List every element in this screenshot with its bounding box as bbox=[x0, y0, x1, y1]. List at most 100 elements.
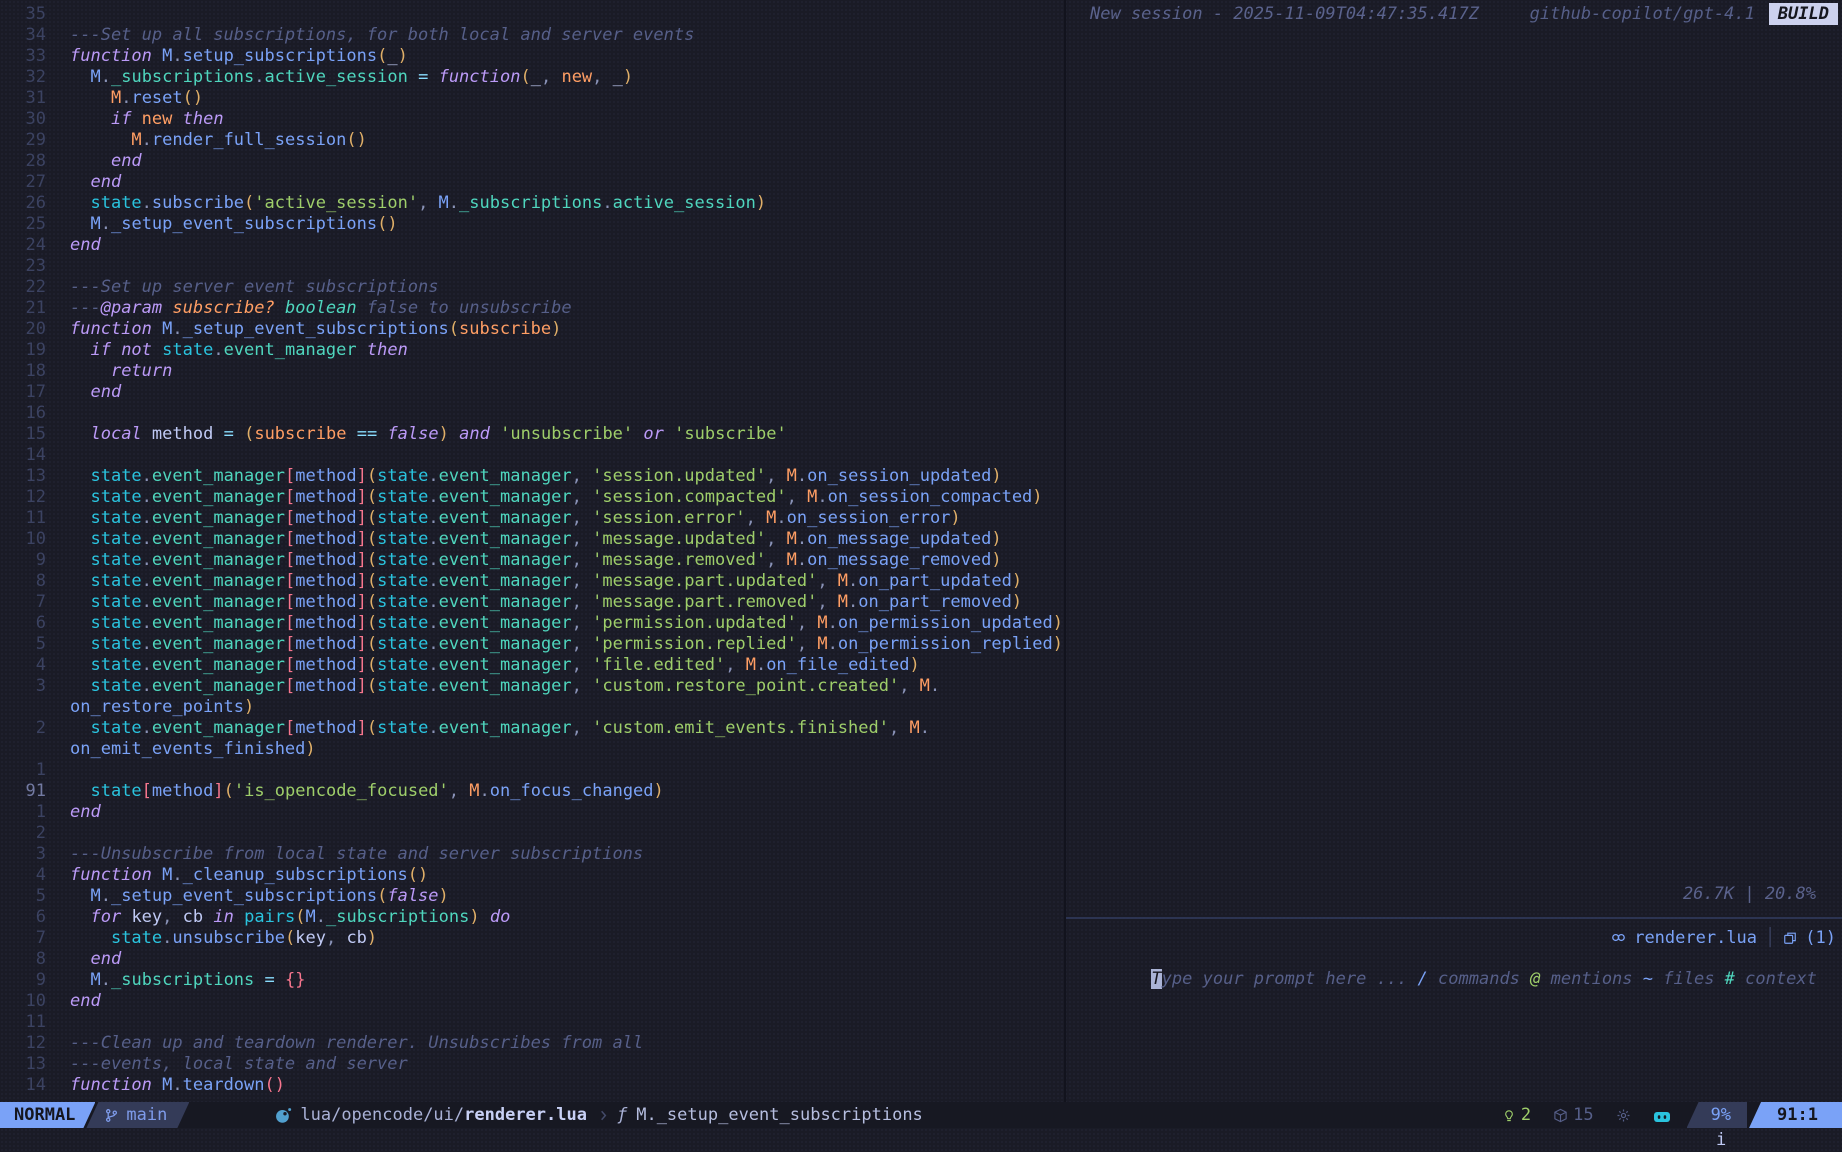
code-line[interactable]: 18 return bbox=[0, 361, 1064, 382]
code-text: on_restore_points) bbox=[70, 697, 254, 718]
hint-count: 2 bbox=[1521, 1102, 1531, 1128]
code-line[interactable]: 12---Clean up and teardown renderer. Uns… bbox=[0, 1033, 1064, 1054]
diagnostics-hint[interactable]: 2 bbox=[1502, 1102, 1531, 1128]
code-line[interactable]: 16 bbox=[0, 403, 1064, 424]
code-text: state.event_manager[method](state.event_… bbox=[70, 487, 1043, 508]
code-line[interactable]: 19 if not state.event_manager then bbox=[0, 340, 1064, 361]
copilot-robot-icon[interactable] bbox=[1653, 1108, 1671, 1123]
code-line[interactable]: 5 state.event_manager[method](state.even… bbox=[0, 634, 1064, 655]
code-line[interactable]: 91 state[method]('is_opencode_focused', … bbox=[0, 781, 1064, 802]
line-number: 10 bbox=[0, 529, 46, 550]
code-line[interactable]: 4function M._cleanup_subscriptions() bbox=[0, 865, 1064, 886]
session-title: New session - 2025-11-09T04:47:35.417Z bbox=[1090, 4, 1479, 24]
code-text: ---@param subscribe? boolean false to un… bbox=[70, 298, 572, 319]
code-line[interactable]: 22---Set up server event subscriptions bbox=[0, 277, 1064, 298]
file-breadcrumb[interactable]: lua/opencode/ui/renderer.lua bbox=[275, 1102, 587, 1128]
code-line[interactable]: 9 M._subscriptions = {} bbox=[0, 970, 1064, 991]
line-number: 27 bbox=[0, 172, 46, 193]
code-line[interactable]: 14function M.teardown() bbox=[0, 1075, 1064, 1096]
code-line[interactable]: 11 bbox=[0, 1012, 1064, 1033]
gear-icon[interactable] bbox=[1616, 1108, 1631, 1123]
editor-pane[interactable]: 3534---Set up all subscriptions, for bot… bbox=[0, 4, 1064, 1096]
code-line[interactable]: 10 state.event_manager[method](state.eve… bbox=[0, 529, 1064, 550]
code-text: state.event_manager[method](state.event_… bbox=[70, 718, 930, 739]
code-text: state.event_manager[method](state.event_… bbox=[70, 466, 1002, 487]
code-line[interactable]: 11 state.event_manager[method](state.eve… bbox=[0, 508, 1064, 529]
code-line[interactable]: 6 state.event_manager[method](state.even… bbox=[0, 613, 1064, 634]
code-line[interactable]: 2 state.event_manager[method](state.even… bbox=[0, 718, 1064, 739]
line-number: 7 bbox=[0, 928, 46, 949]
line-number: 7 bbox=[0, 592, 46, 613]
code-line[interactable]: 25 M._setup_event_subscriptions() bbox=[0, 214, 1064, 235]
code-line[interactable]: 33function M.setup_subscriptions(_) bbox=[0, 46, 1064, 67]
prompt-placeholder: ype your prompt here ... bbox=[1162, 969, 1408, 989]
line-number: 29 bbox=[0, 130, 46, 151]
code-text: state.event_manager[method](state.event_… bbox=[70, 634, 1063, 655]
code-line[interactable]: on_emit_events_finished) bbox=[0, 739, 1064, 760]
code-line[interactable]: 15 local method = (subscribe == false) a… bbox=[0, 424, 1064, 445]
code-line[interactable]: 3---Unsubscribe from local state and ser… bbox=[0, 844, 1064, 865]
code-line[interactable]: 13---events, local state and server bbox=[0, 1054, 1064, 1075]
code-text: return bbox=[70, 361, 172, 382]
code-line[interactable]: 23 bbox=[0, 256, 1064, 277]
code-line[interactable]: 10end bbox=[0, 991, 1064, 1012]
prompt-input[interactable]: Type your prompt here ... / commands @ m… bbox=[1090, 949, 1817, 970]
code-line[interactable]: 3 state.event_manager[method](state.even… bbox=[0, 676, 1064, 697]
code-line[interactable]: 8 state.event_manager[method](state.even… bbox=[0, 571, 1064, 592]
line-number: 12 bbox=[0, 487, 46, 508]
plugin-status[interactable]: 15 bbox=[1553, 1102, 1593, 1128]
code-line[interactable]: 14 bbox=[0, 445, 1064, 466]
branch-name: main bbox=[126, 1102, 167, 1128]
code-line[interactable]: 6 for key, cb in pairs(M._subscriptions)… bbox=[0, 907, 1064, 928]
code-line[interactable]: 5 M._setup_event_subscriptions(false) bbox=[0, 886, 1064, 907]
line-number: 11 bbox=[0, 508, 46, 529]
line-number: 28 bbox=[0, 151, 46, 172]
input-window-separator[interactable] bbox=[1066, 917, 1842, 919]
line-number bbox=[0, 739, 46, 760]
symbol-breadcrumb[interactable]: ƒ M._setup_event_subscriptions bbox=[599, 1102, 923, 1128]
code-text: end bbox=[70, 151, 142, 172]
code-line[interactable]: 1end bbox=[0, 802, 1064, 823]
code-line[interactable]: 4 state.event_manager[method](state.even… bbox=[0, 655, 1064, 676]
code-line[interactable]: 9 state.event_manager[method](state.even… bbox=[0, 550, 1064, 571]
code-line[interactable]: 1 bbox=[0, 760, 1064, 781]
lua-file-icon bbox=[275, 1107, 292, 1124]
attached-file-chip[interactable]: renderer.lua bbox=[1634, 928, 1757, 948]
code-line[interactable]: 12 state.event_manager[method](state.eve… bbox=[0, 487, 1064, 508]
code-line[interactable]: 7 state.event_manager[method](state.even… bbox=[0, 592, 1064, 613]
code-line[interactable]: 34---Set up all subscriptions, for both … bbox=[0, 25, 1064, 46]
code-line[interactable]: 31 M.reset() bbox=[0, 88, 1064, 109]
code-line[interactable]: 28 end bbox=[0, 151, 1064, 172]
line-number: 34 bbox=[0, 25, 46, 46]
code-text: state.event_manager[method](state.event_… bbox=[70, 592, 1022, 613]
code-line[interactable]: 7 state.unsubscribe(key, cb) bbox=[0, 928, 1064, 949]
code-line[interactable]: 2 bbox=[0, 823, 1064, 844]
code-line[interactable]: 30 if new then bbox=[0, 109, 1064, 130]
code-text: end bbox=[70, 802, 101, 823]
line-number: 6 bbox=[0, 907, 46, 928]
code-line[interactable]: 21---@param subscribe? boolean false to … bbox=[0, 298, 1064, 319]
code-text: end bbox=[70, 235, 101, 256]
line-number: 3 bbox=[0, 676, 46, 697]
code-line[interactable]: 29 M.render_full_session() bbox=[0, 130, 1064, 151]
code-line[interactable]: 32 M._subscriptions.active_session = fun… bbox=[0, 67, 1064, 88]
git-branch[interactable]: main bbox=[86, 1102, 189, 1128]
code-line[interactable]: 27 end bbox=[0, 172, 1064, 193]
code-line[interactable]: 24end bbox=[0, 235, 1064, 256]
code-line[interactable]: 35 bbox=[0, 4, 1064, 25]
code-text: state.event_manager[method](state.event_… bbox=[70, 676, 940, 697]
line-number: 13 bbox=[0, 1054, 46, 1075]
code-text: ---Clean up and teardown renderer. Unsub… bbox=[70, 1033, 643, 1054]
code-line[interactable]: 13 state.event_manager[method](state.eve… bbox=[0, 466, 1064, 487]
code-line[interactable]: 20function M._setup_event_subscriptions(… bbox=[0, 319, 1064, 340]
line-number: 8 bbox=[0, 949, 46, 970]
chevron-right-icon bbox=[599, 1108, 608, 1123]
code-line[interactable]: on_restore_points) bbox=[0, 697, 1064, 718]
code-line[interactable]: 26 state.subscribe('active_session', M._… bbox=[0, 193, 1064, 214]
code-text: state.subscribe('active_session', M._sub… bbox=[70, 193, 766, 214]
line-number: 3 bbox=[0, 844, 46, 865]
buffer-count-chip[interactable]: (1) bbox=[1805, 928, 1836, 948]
code-line[interactable]: 8 end bbox=[0, 949, 1064, 970]
code-line[interactable]: 17 end bbox=[0, 382, 1064, 403]
line-number: 23 bbox=[0, 256, 46, 277]
